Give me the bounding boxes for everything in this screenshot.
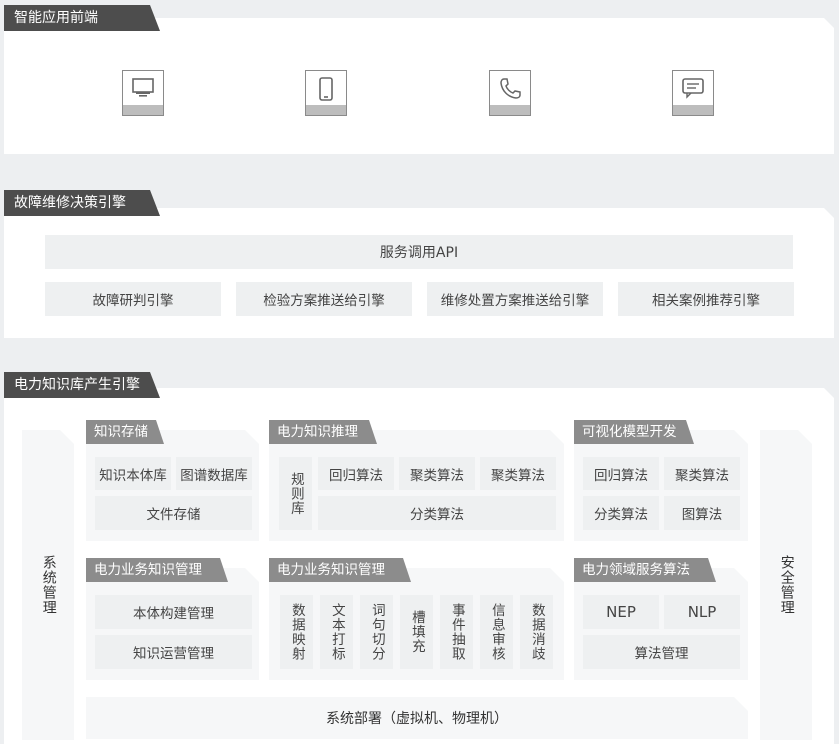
system-management-label: 系统管理 [40,555,57,615]
proc-info-review: 信息审核 [480,595,513,669]
rule-library-label: 规则库 [287,471,304,516]
engine-case-recommend: 相关案例推荐引擎 [618,282,794,316]
fault-panel [4,208,834,338]
security-management-bar: 安全管理 [760,430,812,740]
proc-slot-filling: 槽填充 [400,595,433,669]
proc-data-mapping: 数据映射 [280,595,313,669]
monitor-icon[interactable] [122,70,164,116]
reasoning-clustering-1: 聚类算法 [399,457,475,490]
telephone-icon[interactable] [489,70,531,116]
visual-classification: 分类算法 [583,496,659,530]
proc-data-disambiguation: 数据消歧 [520,595,553,669]
security-management-label: 安全管理 [778,555,795,615]
system-deployment-label: 系统部署（虚拟机、物理机） [326,711,508,727]
reasoning-regression: 回归算法 [318,457,394,490]
business-knowledge-proc-title: 电力业务知识管理 [269,558,411,582]
visual-graph-algorithm: 图算法 [664,496,740,530]
nep-module: NEP [583,595,659,629]
proc-event-extraction-label: 事件抽取 [448,603,465,661]
ontology-library: 知识本体库 [95,457,171,490]
proc-text-tagging: 文本打标 [320,595,353,669]
proc-word-segmentation: 词句切分 [360,595,393,669]
proc-data-disambiguation-label: 数据消歧 [528,603,545,661]
engine-repair-push: 维修处置方案推送给引擎 [427,282,603,316]
proc-info-review-label: 信息审核 [488,603,505,661]
proc-slot-filling-label: 槽填充 [408,610,425,654]
service-api-bar: 服务调用API [45,235,793,269]
knowledge-operation-mgmt: 知识运营管理 [95,635,252,669]
domain-algorithm-title: 电力领域服务算法 [574,558,716,582]
engine-inspection-push: 检验方案推送给引擎 [236,282,412,316]
reasoning-clustering-2: 聚类算法 [480,457,556,490]
nlp-module: NLP [664,595,740,629]
rule-library: 规则库 [279,457,312,530]
proc-data-mapping-label: 数据映射 [288,603,305,661]
system-deployment-bar: 系统部署（虚拟机、物理机） [86,697,748,739]
knowledge-storage-title: 知识存储 [86,420,164,444]
frontend-title: 智能应用前端 [4,5,160,31]
ontology-build-mgmt: 本体构建管理 [95,595,252,629]
graph-database: 图谱数据库 [176,457,252,490]
file-storage: 文件存储 [95,496,252,530]
proc-event-extraction: 事件抽取 [440,595,473,669]
engine-fault-diagnosis: 故障研判引擎 [45,282,221,316]
mobile-phone-icon[interactable] [305,70,347,116]
business-knowledge-mgmt-title: 电力业务知识管理 [86,558,228,582]
knowledge-title: 电力知识库产生引擎 [4,372,160,398]
algorithm-management: 算法管理 [583,635,740,669]
proc-word-segmentation-label: 词句切分 [368,603,385,661]
system-management-bar: 系统管理 [22,430,74,740]
visual-model-title: 可视化模型开发 [574,420,694,444]
knowledge-reasoning-title: 电力知识推理 [269,420,377,444]
visual-regression: 回归算法 [583,457,659,490]
reasoning-classification: 分类算法 [318,496,556,530]
fault-title: 故障维修决策引擎 [4,190,160,216]
proc-text-tagging-label: 文本打标 [328,603,345,661]
visual-clustering: 聚类算法 [664,457,740,490]
chat-message-icon[interactable] [672,70,714,116]
